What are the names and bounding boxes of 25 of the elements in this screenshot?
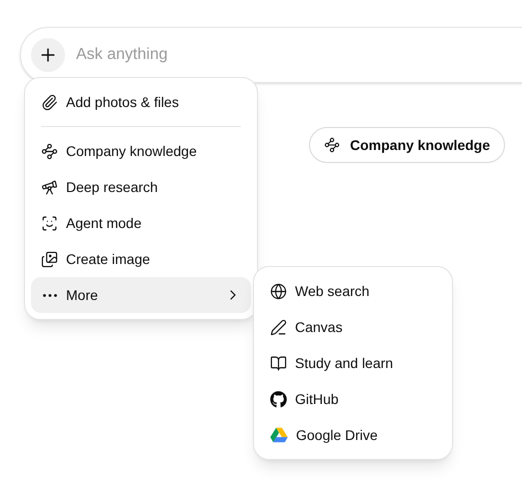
company-knowledge-chip[interactable]: Company knowledge: [309, 127, 506, 163]
nodes-icon: [41, 142, 58, 160]
menu-item[interactable]: Deep research: [31, 169, 251, 205]
menu-item[interactable]: Canvas: [260, 309, 446, 345]
paperclip-icon: [41, 94, 58, 110]
images-icon: [41, 250, 58, 268]
menu-item[interactable]: More: [31, 277, 251, 313]
menu-item[interactable]: Company knowledge: [31, 133, 251, 169]
prompt-field[interactable]: Ask anything: [20, 27, 522, 83]
nodes-icon: [324, 137, 340, 153]
menu-item[interactable]: Google Drive: [260, 417, 446, 453]
book-icon: [270, 354, 287, 372]
menu-item[interactable]: Add photos & files: [31, 84, 251, 120]
ellipsis-icon: [42, 294, 56, 296]
menu-item[interactable]: Web search: [260, 273, 446, 309]
menu-item[interactable]: Agent mode: [31, 205, 251, 241]
menu-item[interactable]: Create image: [31, 241, 251, 277]
drive-icon: [270, 427, 288, 443]
globe-icon: [270, 282, 287, 300]
menu-item[interactable]: GitHub: [260, 381, 446, 417]
face-scan-icon: [41, 214, 58, 232]
pencil-icon: [270, 318, 287, 336]
github-icon: [270, 390, 287, 408]
menu-item[interactable]: Study and learn: [260, 345, 446, 381]
telescope-icon: [41, 178, 58, 196]
